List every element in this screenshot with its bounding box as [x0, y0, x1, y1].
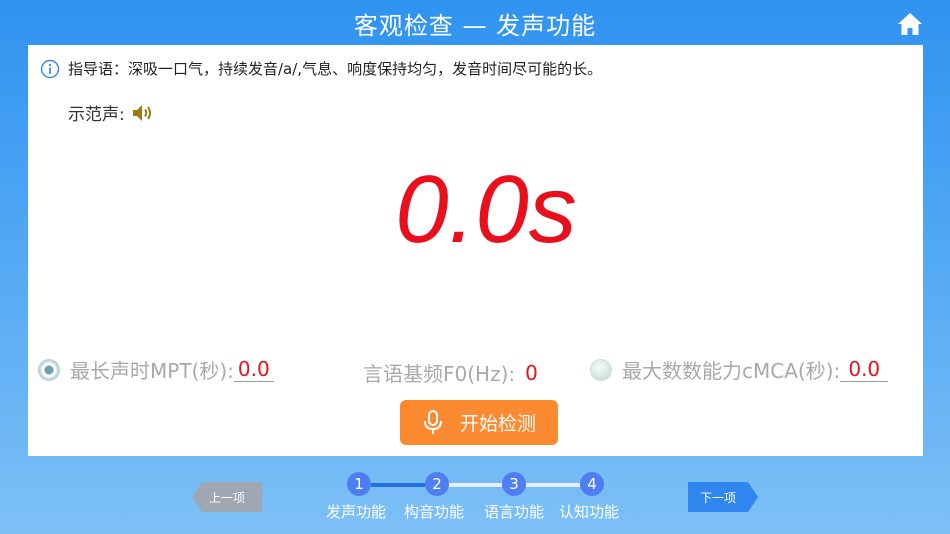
- main-panel: 指导语：深吸一口气，持续发音/a/,气息、响度保持均匀，发音时间尽可能的长。 示…: [28, 45, 923, 456]
- step-4[interactable]: 4: [580, 472, 604, 496]
- home-icon[interactable]: [897, 11, 923, 37]
- metric-mpt: 最长声时MPT(秒): 0.0: [38, 355, 274, 384]
- progress-stepper: 1 2 3 4 发声功能 构音功能 语言功能 认知功能: [0, 472, 950, 532]
- cmca-value: 0.0: [840, 357, 889, 382]
- f0-value: 0: [525, 360, 538, 385]
- info-icon: [40, 59, 60, 78]
- instruction-row: 指导语：深吸一口气，持续发音/a/,气息、响度保持均匀，发音时间尽可能的长。: [40, 58, 602, 79]
- f0-label: 言语基频F0(Hz):: [363, 362, 516, 386]
- step-3[interactable]: 3: [502, 472, 526, 496]
- demo-row: 示范声:: [68, 100, 155, 125]
- microphone-icon: [423, 409, 442, 434]
- page-title: 客观检查 — 发声功能: [353, 12, 597, 40]
- mpt-value: 0.0: [233, 357, 274, 382]
- step-connector-2: [449, 483, 502, 487]
- cmca-radio[interactable]: [590, 358, 612, 381]
- timer-display: 0.0s: [395, 156, 577, 263]
- start-button-label: 开始检测: [459, 413, 536, 435]
- step-label-1: 发声功能: [325, 503, 386, 521]
- demo-label: 示范声:: [68, 105, 125, 125]
- step-connector-3: [526, 483, 580, 487]
- speaker-icon[interactable]: [131, 102, 155, 124]
- metric-f0: 言语基频F0(Hz): 0: [363, 358, 538, 387]
- step-2[interactable]: 2: [425, 472, 449, 496]
- mpt-radio[interactable]: [38, 358, 60, 381]
- mpt-label: 最长声时MPT(秒):: [70, 359, 234, 383]
- step-1[interactable]: 1: [347, 472, 371, 496]
- step-connector-1: [371, 483, 425, 487]
- step-label-2: 构音功能: [403, 503, 464, 521]
- start-test-button[interactable]: 开始检测: [400, 400, 558, 445]
- step-label-3: 语言功能: [483, 503, 544, 521]
- step-label-4: 认知功能: [558, 503, 619, 521]
- metric-cmca: 最大数数能力cMCA(秒): 0.0: [590, 355, 889, 384]
- cmca-label: 最大数数能力cMCA(秒):: [622, 359, 841, 383]
- instruction-text: 指导语：深吸一口气，持续发音/a/,气息、响度保持均匀，发音时间尽可能的长。: [68, 60, 603, 78]
